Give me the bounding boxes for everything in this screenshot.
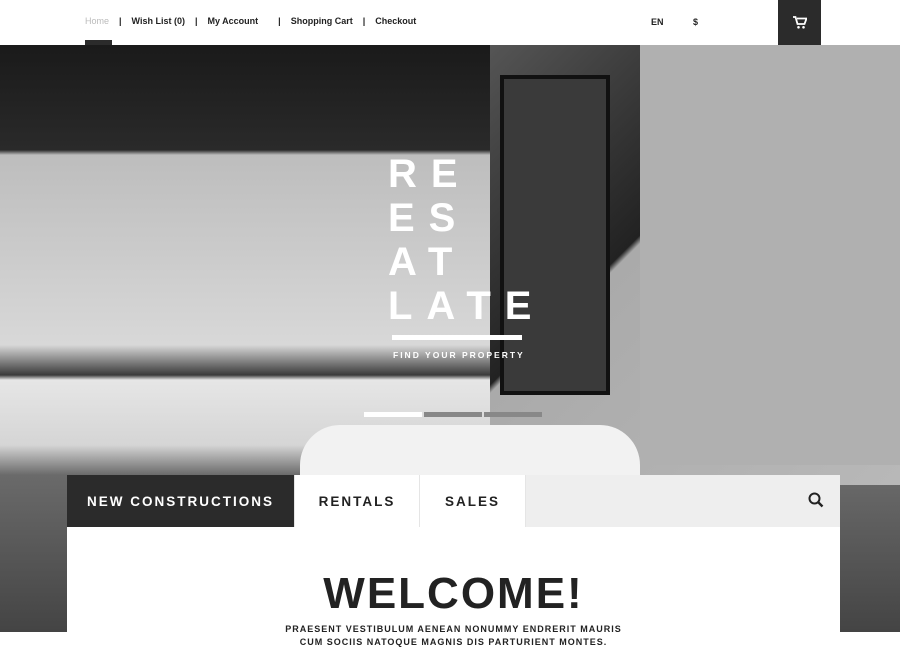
cart-icon bbox=[792, 16, 807, 29]
nav-my-account[interactable]: My Account bbox=[208, 16, 259, 26]
welcome-section: WELCOME! PRAESENT VESTIBULUM AENEAN NONU… bbox=[67, 527, 840, 662]
welcome-text-1: PRAESENT VESTIBULUM AENEAN NONUMMY ENDRE… bbox=[285, 624, 622, 634]
nav-wishlist[interactable]: Wish List (0) bbox=[132, 16, 185, 26]
logo-line: AT bbox=[388, 240, 467, 284]
property-tabs: NEW CONSTRUCTIONS RENTALS SALES bbox=[67, 475, 840, 527]
search-icon bbox=[808, 492, 824, 508]
separator: | bbox=[119, 16, 122, 26]
logo-line: RE bbox=[388, 152, 472, 196]
slide-dot[interactable] bbox=[484, 412, 542, 417]
logo-line: LATE bbox=[388, 284, 546, 328]
nav-checkout[interactable]: Checkout bbox=[375, 16, 416, 26]
nav-home[interactable]: Home bbox=[85, 16, 109, 26]
welcome-title: WELCOME! bbox=[323, 569, 584, 618]
tagline: FIND YOUR PROPERTY bbox=[393, 350, 525, 360]
nav-shopping-cart[interactable]: Shopping Cart bbox=[291, 16, 353, 26]
currency-selector[interactable]: $ bbox=[693, 17, 698, 27]
separator: | bbox=[278, 16, 281, 26]
slide-dot[interactable] bbox=[424, 412, 482, 417]
welcome-text-2: CUM SOCIIS NATOQUE MAGNIS DIS PARTURIENT… bbox=[299, 637, 608, 647]
hero-image-wall bbox=[640, 45, 900, 465]
language-selector[interactable]: EN bbox=[651, 17, 664, 27]
site-logo: RE ES AT LATE bbox=[388, 152, 545, 328]
separator: | bbox=[362, 16, 366, 26]
tab-new-constructions[interactable]: NEW CONSTRUCTIONS bbox=[67, 475, 295, 527]
tab-sales[interactable]: SALES bbox=[420, 475, 526, 527]
slide-dot[interactable] bbox=[364, 412, 422, 417]
separator: | bbox=[194, 16, 198, 26]
logo-line: ES bbox=[388, 196, 470, 240]
cart-button[interactable] bbox=[778, 0, 821, 45]
logo-underline bbox=[392, 335, 522, 340]
slider-pagination bbox=[364, 412, 542, 417]
search-button[interactable] bbox=[808, 492, 824, 513]
top-nav: Home | Wish List (0) | My Account | Shoppin… bbox=[85, 16, 416, 26]
tab-rentals[interactable]: RENTALS bbox=[295, 475, 420, 527]
top-bar: Home | Wish List (0) | My Account | Shoppin… bbox=[0, 0, 900, 45]
